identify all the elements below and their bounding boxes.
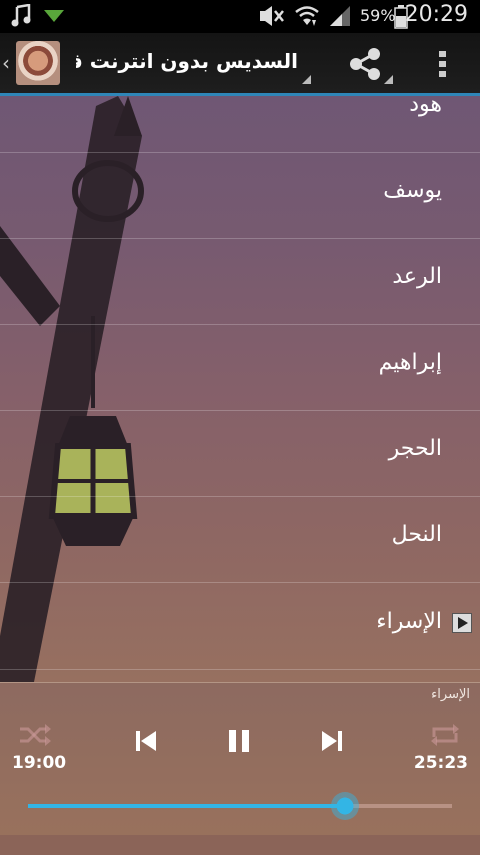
- share-icon[interactable]: [348, 47, 384, 81]
- elapsed-time: 19:00: [12, 753, 67, 773]
- surah-list-item[interactable]: هود: [0, 96, 480, 153]
- surah-list-item[interactable]: يوسف: [0, 152, 480, 239]
- pause-icon[interactable]: [226, 729, 252, 753]
- wifi-icon: [295, 6, 319, 26]
- shuffle-icon[interactable]: [18, 723, 52, 747]
- surah-list-item[interactable]: الحجر: [0, 410, 480, 497]
- surah-name: النحل: [391, 522, 442, 547]
- app-title[interactable]: السديس بدون انترنت قرا..: [76, 49, 298, 73]
- surah-name: الحجر: [388, 436, 442, 461]
- seek-bar[interactable]: [28, 792, 452, 820]
- previous-track-icon[interactable]: [134, 729, 158, 753]
- seek-thumb[interactable]: [331, 792, 360, 820]
- share-dropdown-indicator-icon: [384, 75, 393, 84]
- surah-list-item[interactable]: الإسراء: [0, 583, 480, 670]
- next-track-icon[interactable]: [320, 729, 344, 753]
- overflow-menu-icon[interactable]: [436, 47, 450, 81]
- surah-name: الإسراء: [376, 609, 442, 634]
- surah-list-item[interactable]: إبراهيم: [0, 324, 480, 411]
- battery-percent: 59%: [360, 6, 396, 25]
- title-dropdown-indicator-icon: [302, 75, 311, 84]
- seek-progress: [28, 804, 346, 808]
- back-chevron-icon[interactable]: ‹: [2, 51, 10, 75]
- action-bar: ‹ السديس بدون انترنت قرا..: [0, 33, 480, 96]
- surah-name: إبراهيم: [378, 350, 442, 375]
- surah-name: يوسف: [383, 178, 442, 203]
- mute-icon: [260, 6, 284, 26]
- surah-name: هود: [409, 96, 442, 117]
- signal-icon: [330, 6, 350, 26]
- now-playing-icon: [452, 613, 472, 633]
- music-icon: [11, 4, 31, 27]
- surah-list-item[interactable]: الرعد: [0, 238, 480, 325]
- now-playing-title: الإسراء: [431, 687, 470, 702]
- download-icon: [44, 10, 64, 22]
- status-clock: 20:29: [404, 2, 468, 27]
- player-bottom-strip: [0, 835, 480, 855]
- surah-list[interactable]: هود يوسف الرعد إبراهيم الحجر النحل الإسراء: [0, 96, 480, 682]
- player-panel: الإسراء 19:00 25:23: [0, 682, 480, 855]
- app-icon[interactable]: [16, 41, 60, 85]
- repeat-icon[interactable]: [428, 723, 462, 747]
- status-bar: 59% 20:29: [0, 0, 480, 33]
- total-duration: 25:23: [413, 753, 468, 773]
- surah-name: الرعد: [392, 264, 442, 289]
- surah-list-item[interactable]: النحل: [0, 496, 480, 583]
